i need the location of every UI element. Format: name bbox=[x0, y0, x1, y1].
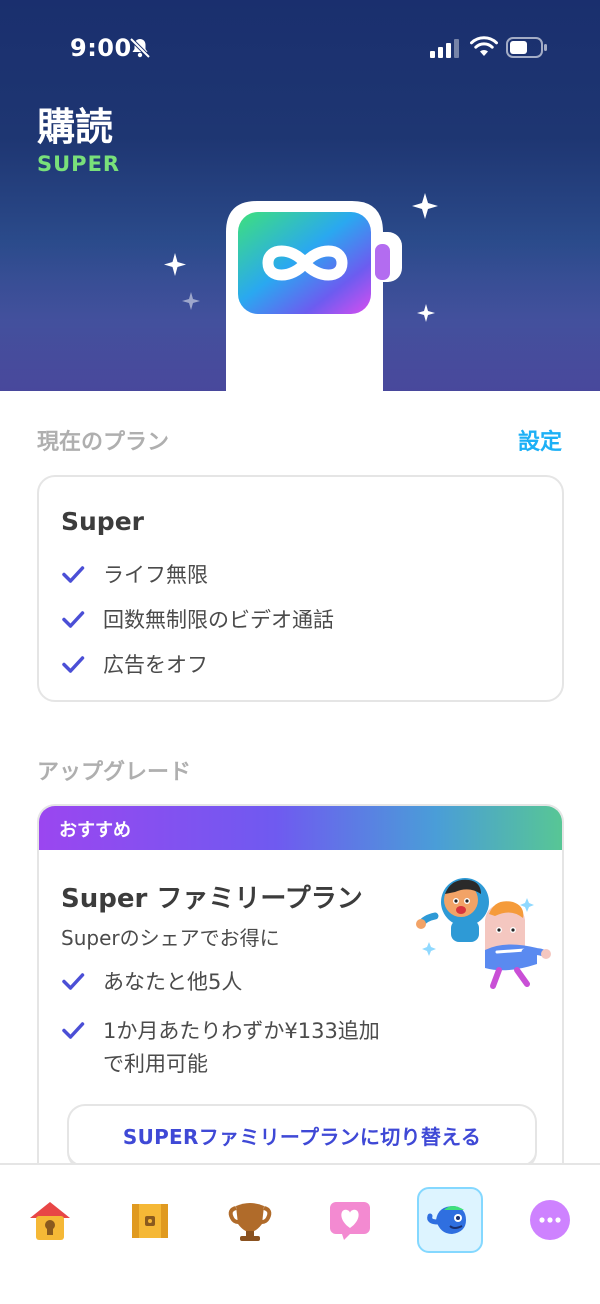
plan-feature: ライフ無限 bbox=[61, 559, 208, 589]
family-feature: あなたと他5人 bbox=[61, 966, 242, 996]
wifi-icon bbox=[470, 36, 498, 56]
plan-feature-text: ライフ無限 bbox=[103, 563, 208, 587]
recommended-badge: おすすめ bbox=[59, 820, 131, 841]
plan-feature-text: 広告をオフ bbox=[103, 653, 208, 677]
checkmark-icon bbox=[62, 611, 85, 628]
current-plan-card: Super ライフ無限 回数無制限のビデオ通話 広告をオフ bbox=[37, 475, 564, 702]
settings-link[interactable]: 設定 bbox=[518, 424, 562, 456]
family-plan-card: おすすめ Super ファミリープラン Superのシェアでお得に あなたと他5… bbox=[37, 804, 564, 1224]
chest-icon bbox=[132, 1204, 168, 1238]
current-plan-section-label: 現在のプラン bbox=[37, 430, 170, 455]
recommended-banner: おすすめ bbox=[39, 806, 562, 850]
nav-practice[interactable] bbox=[117, 1187, 183, 1253]
bell-muted-icon bbox=[129, 37, 151, 59]
checkmark-icon bbox=[62, 566, 85, 583]
nav-home[interactable] bbox=[17, 1187, 83, 1253]
heart-icon bbox=[330, 1202, 370, 1240]
super-icon bbox=[427, 1206, 466, 1234]
nav-hearts[interactable] bbox=[317, 1187, 383, 1253]
nav-more[interactable] bbox=[517, 1187, 583, 1253]
nav-leaderboard[interactable] bbox=[217, 1187, 283, 1253]
plan-feature-text: 回数無制限のビデオ通話 bbox=[103, 608, 334, 632]
status-time: 9:00 bbox=[70, 34, 132, 62]
status-bar: 9:00 bbox=[0, 0, 600, 96]
family-feature-text: あなたと他5人 bbox=[103, 970, 243, 994]
upgrade-section-label: アップグレード bbox=[37, 760, 192, 785]
plan-tier-label: SUPER bbox=[37, 152, 121, 176]
checkmark-icon bbox=[62, 973, 85, 990]
battery-icon bbox=[506, 37, 547, 58]
more-icon bbox=[530, 1200, 570, 1240]
switch-to-family-plan-label: SUPERファミリープランに切り替える bbox=[122, 1125, 482, 1149]
cellular-signal-icon bbox=[430, 39, 459, 58]
family-plan-title: Super ファミリープラン bbox=[61, 884, 363, 914]
page-title: 購読 bbox=[37, 105, 114, 149]
home-icon bbox=[30, 1202, 70, 1240]
family-feature-continued: で利用可能 bbox=[103, 1048, 208, 1078]
trophy-icon bbox=[228, 1203, 272, 1241]
family-feature-text: 1か月あたりわずか¥133追加 bbox=[103, 1019, 380, 1043]
family-feature: 1か月あたりわずか¥133追加 bbox=[61, 1015, 380, 1045]
family-plan-subtitle: Superのシェアでお得に bbox=[61, 926, 280, 950]
checkmark-icon bbox=[62, 656, 85, 673]
nav-super[interactable] bbox=[417, 1187, 483, 1253]
plan-feature: 回数無制限のビデオ通話 bbox=[61, 604, 334, 634]
bottom-nav bbox=[0, 1163, 600, 1304]
family-feature-text: で利用可能 bbox=[103, 1052, 208, 1076]
plan-feature: 広告をオフ bbox=[61, 649, 208, 679]
family-characters-illustration bbox=[416, 878, 551, 989]
plan-name: Super bbox=[61, 507, 144, 536]
hero-header: 9:00 購読 SUPER bbox=[0, 0, 600, 391]
checkmark-icon bbox=[62, 1022, 85, 1039]
switch-to-family-plan-button[interactable]: SUPERファミリープランに切り替える bbox=[67, 1104, 537, 1170]
